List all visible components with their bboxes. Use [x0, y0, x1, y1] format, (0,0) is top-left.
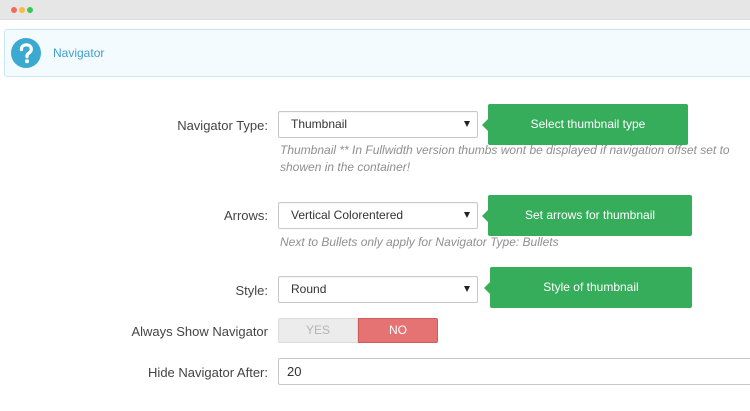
panel-title: Navigator: [53, 46, 105, 60]
navigator-type-selected-value: Thumbnail: [291, 117, 348, 131]
always-show-navigator-toggle[interactable]: YES NO: [278, 318, 438, 343]
arrows-tooltip: Set arrows for thumbnail: [482, 195, 692, 236]
style-label: Style:: [235, 283, 268, 298]
style-tooltip: Style of thumbnail: [484, 267, 692, 308]
panel-header: Navigator: [4, 29, 750, 77]
dropdown-arrow-icon: [464, 286, 470, 292]
window-maximize-dot-icon[interactable]: [27, 7, 33, 13]
always-show-navigator-label: Always Show Navigator: [131, 324, 268, 339]
hide-navigator-after-input[interactable]: [278, 358, 750, 385]
style-select[interactable]: Round: [278, 276, 478, 303]
style-selected-value: Round: [291, 282, 327, 296]
navigator-type-hint-line2: showen in the container!: [280, 160, 411, 174]
arrows-select[interactable]: Vertical Colorentered: [278, 202, 478, 229]
arrows-label: Arrows:: [223, 208, 268, 223]
dropdown-arrow-icon: [464, 212, 470, 218]
navigator-type-label: Navigator Type:: [177, 118, 268, 133]
dropdown-arrow-icon: [464, 121, 470, 127]
navigator-type-hint-line1: Thumbnail ** In Fullwidth version thumbs…: [280, 143, 730, 157]
navigator-type-select[interactable]: Thumbnail: [278, 111, 478, 138]
arrows-selected-value: Vertical Colorentered: [291, 208, 404, 222]
toggle-no-option[interactable]: NO: [358, 318, 438, 343]
navigator-type-hint: Thumbnail ** In Fullwidth version thumbs…: [280, 142, 730, 176]
arrows-hint: Next to Bullets only apply for Navigator…: [280, 235, 559, 249]
window-titlebar: [0, 0, 750, 20]
window-close-dot-icon[interactable]: [11, 7, 17, 13]
help-question-icon: [11, 38, 41, 68]
toggle-yes-option[interactable]: YES: [278, 318, 358, 343]
window-minimize-dot-icon[interactable]: [19, 7, 25, 13]
hide-navigator-after-label: Hide Navigator After:: [148, 365, 268, 380]
navigator-type-tooltip: Select thumbnail type: [482, 104, 688, 145]
